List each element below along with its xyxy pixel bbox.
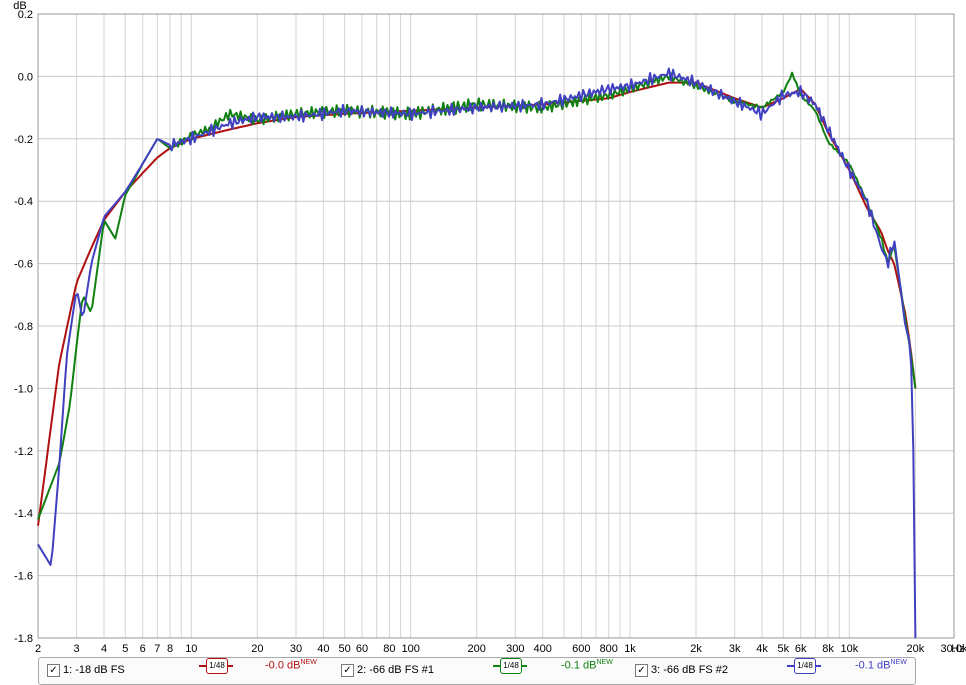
- x-tick-label: 3k: [729, 643, 741, 655]
- series-1-smoothing-value: 1/48: [206, 658, 228, 674]
- x-tick-label: 2: [35, 643, 41, 655]
- y-tick-label: -1.2: [14, 446, 33, 458]
- x-tick-label: 100: [401, 643, 419, 655]
- x-tick-label: 400: [534, 643, 552, 655]
- x-tick-label: 8k: [822, 643, 834, 655]
- series-2-smoothing-value: 1/48: [500, 658, 522, 674]
- series-3-checkbox[interactable]: ✓: [635, 664, 648, 677]
- y-axis-unit-label: dB: [13, 0, 26, 12]
- series-1-offset: -0.0 dBNEW: [265, 659, 317, 672]
- y-tick-label: -1.4: [14, 508, 33, 520]
- x-tick-label: 800: [600, 643, 618, 655]
- x-tick-label: 4k: [756, 643, 768, 655]
- y-tick-label: -1.8: [14, 633, 33, 645]
- y-tick-label: -0.6: [14, 259, 33, 271]
- series-1-checkbox[interactable]: ✓: [47, 664, 60, 677]
- series-3-smoothing-value: 1/48: [794, 658, 816, 674]
- frequency-response-chart: 0.20.0-0.2-0.4-0.6-0.8-1.0-1.2-1.4-1.6-1…: [13, 0, 966, 655]
- x-tick-label: 8: [167, 643, 173, 655]
- x-tick-label: 10k: [840, 643, 858, 655]
- series-1-smoothing-control[interactable]: 1/48: [199, 658, 233, 674]
- x-tick-label: 7: [154, 643, 160, 655]
- x-tick-label: 200: [468, 643, 486, 655]
- series-2-offset: -0.1 dBNEW: [561, 659, 613, 672]
- x-tick-label: 10: [185, 643, 197, 655]
- legend-bar: ✓ 1: -18 dB FS 1/48 -0.0 dBNEW ✓ 2: -66 …: [38, 657, 916, 685]
- x-tick-label: 20: [251, 643, 263, 655]
- series-2-label: 2: -66 dB FS #1: [357, 664, 435, 676]
- x-tick-label: 50: [339, 643, 351, 655]
- y-tick-label: -1.0: [14, 383, 33, 395]
- x-tick-label: 60: [356, 643, 368, 655]
- series-3-offset: -0.1 dBNEW: [855, 659, 907, 672]
- x-tick-label: 6k: [795, 643, 807, 655]
- x-tick-label: 40: [317, 643, 329, 655]
- series-1-label: 1: -18 dB FS: [63, 664, 125, 676]
- x-tick-label: 5k: [778, 643, 790, 655]
- x-tick-label: 2k: [690, 643, 702, 655]
- y-tick-label: -0.4: [14, 196, 33, 208]
- y-tick-label: -1.6: [14, 571, 33, 583]
- x-tick-label: 30: [290, 643, 302, 655]
- series-2-smoothing-control[interactable]: 1/48: [493, 658, 527, 674]
- y-tick-label: -0.2: [14, 134, 33, 146]
- x-axis-unit-label: Hz: [951, 643, 964, 655]
- x-tick-label: 300: [506, 643, 524, 655]
- x-tick-label: 600: [572, 643, 590, 655]
- y-tick-label: 0.0: [18, 71, 33, 83]
- x-tick-label: 4: [101, 643, 107, 655]
- x-tick-label: 5: [122, 643, 128, 655]
- series-3-label: 3: -66 dB FS #2: [651, 664, 729, 676]
- series-2-checkbox[interactable]: ✓: [341, 664, 354, 677]
- y-tick-label: -0.8: [14, 321, 33, 333]
- x-tick-label: 1k: [624, 643, 636, 655]
- x-tick-label: 3: [74, 643, 80, 655]
- x-tick-label: 6: [140, 643, 146, 655]
- series-3-smoothing-control[interactable]: 1/48: [787, 658, 821, 674]
- x-tick-label: 80: [383, 643, 395, 655]
- x-tick-label: 20k: [907, 643, 925, 655]
